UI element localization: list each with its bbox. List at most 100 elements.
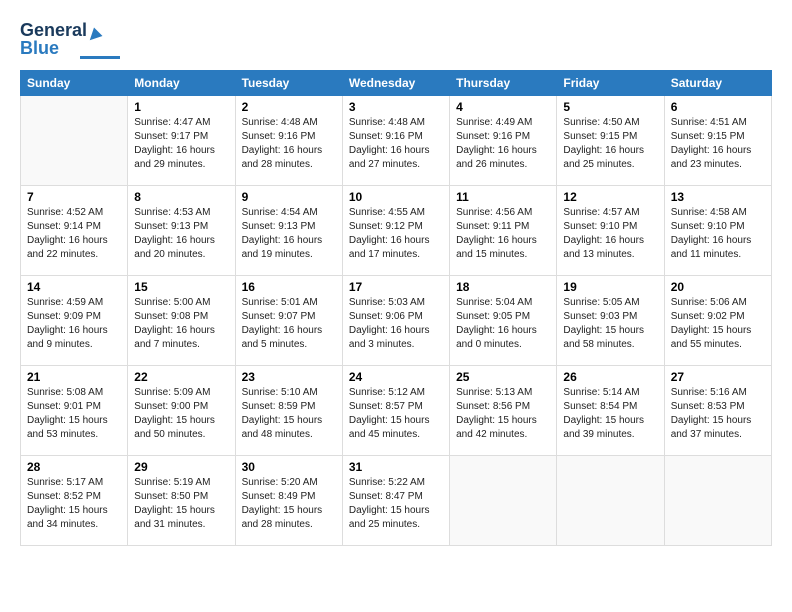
svg-text:General: General: [20, 20, 87, 40]
day-info-line: Daylight: 16 hours: [242, 144, 336, 158]
day-info-line: Sunset: 9:13 PM: [134, 220, 228, 234]
day-info-line: Daylight: 15 hours: [671, 414, 765, 428]
calendar-cell: 25Sunrise: 5:13 AMSunset: 8:56 PMDayligh…: [450, 366, 557, 456]
day-info-line: Sunrise: 4:53 AM: [134, 206, 228, 220]
day-info-line: Daylight: 15 hours: [671, 324, 765, 338]
day-info-line: Daylight: 15 hours: [27, 414, 121, 428]
calendar-cell: 10Sunrise: 4:55 AMSunset: 9:12 PMDayligh…: [342, 186, 449, 276]
day-number: 1: [134, 100, 228, 114]
day-info-line: and 19 minutes.: [242, 248, 336, 262]
calendar-header-row: SundayMondayTuesdayWednesdayThursdayFrid…: [21, 71, 772, 96]
day-number: 6: [671, 100, 765, 114]
day-info-line: Sunrise: 4:57 AM: [563, 206, 657, 220]
calendar-cell: 24Sunrise: 5:12 AMSunset: 8:57 PMDayligh…: [342, 366, 449, 456]
day-info-line: and 13 minutes.: [563, 248, 657, 262]
day-info-line: Sunset: 8:56 PM: [456, 400, 550, 414]
day-info-line: Sunset: 9:08 PM: [134, 310, 228, 324]
day-info-line: Daylight: 16 hours: [27, 324, 121, 338]
day-info-line: Sunset: 9:16 PM: [349, 130, 443, 144]
day-info-line: Daylight: 15 hours: [242, 414, 336, 428]
day-info-line: Sunset: 8:59 PM: [242, 400, 336, 414]
day-info-line: Sunset: 9:12 PM: [349, 220, 443, 234]
day-info-line: Daylight: 15 hours: [134, 414, 228, 428]
day-number: 22: [134, 370, 228, 384]
day-info-line: Sunset: 9:16 PM: [242, 130, 336, 144]
calendar-cell: [557, 456, 664, 546]
day-info-line: and 39 minutes.: [563, 428, 657, 442]
day-info-line: Sunrise: 5:13 AM: [456, 386, 550, 400]
day-number: 3: [349, 100, 443, 114]
day-info-line: Daylight: 16 hours: [134, 324, 228, 338]
day-info-line: Sunrise: 5:10 AM: [242, 386, 336, 400]
calendar-cell: 20Sunrise: 5:06 AMSunset: 9:02 PMDayligh…: [664, 276, 771, 366]
day-info-line: Sunset: 8:49 PM: [242, 490, 336, 504]
day-info-line: and 20 minutes.: [134, 248, 228, 262]
day-info-line: Sunrise: 5:01 AM: [242, 296, 336, 310]
day-info-line: and 28 minutes.: [242, 518, 336, 532]
day-info-line: Sunrise: 5:03 AM: [349, 296, 443, 310]
day-info-line: and 25 minutes.: [349, 518, 443, 532]
day-info-line: Daylight: 15 hours: [563, 324, 657, 338]
day-number: 24: [349, 370, 443, 384]
day-info-line: Daylight: 16 hours: [349, 234, 443, 248]
day-info-line: Sunrise: 5:16 AM: [671, 386, 765, 400]
calendar-cell: 21 Sunrise: 5:08 AMSunset: 9:01 PMDayligh…: [21, 366, 128, 456]
day-info-line: and 25 minutes.: [563, 158, 657, 172]
calendar-cell: 7Sunrise: 4:52 AMSunset: 9:14 PMDaylight…: [21, 186, 128, 276]
day-info-line: and 34 minutes.: [27, 518, 121, 532]
day-info-line: Sunrise: 5:04 AM: [456, 296, 550, 310]
calendar-cell: 4Sunrise: 4:49 AMSunset: 9:16 PMDaylight…: [450, 96, 557, 186]
calendar-cell: 18Sunrise: 5:04 AMSunset: 9:05 PMDayligh…: [450, 276, 557, 366]
day-info-line: and 9 minutes.: [27, 338, 121, 352]
day-info-line: Sunrise: 5:08 AM: [27, 386, 121, 400]
day-info-line: Sunrise: 4:51 AM: [671, 116, 765, 130]
day-number: 11: [456, 190, 550, 204]
calendar-cell: 5Sunrise: 4:50 AMSunset: 9:15 PMDaylight…: [557, 96, 664, 186]
day-number: 27: [671, 370, 765, 384]
day-info-line: and 53 minutes.: [27, 428, 121, 442]
day-info-line: Sunset: 9:09 PM: [27, 310, 121, 324]
calendar-cell: 26Sunrise: 5:14 AMSunset: 8:54 PMDayligh…: [557, 366, 664, 456]
day-info-line: Sunset: 8:53 PM: [671, 400, 765, 414]
day-info-line: and 58 minutes.: [563, 338, 657, 352]
day-number: 25: [456, 370, 550, 384]
day-info-line: Daylight: 16 hours: [242, 234, 336, 248]
day-info-line: Daylight: 16 hours: [134, 234, 228, 248]
calendar-cell: [450, 456, 557, 546]
day-info-line: and 15 minutes.: [456, 248, 550, 262]
day-info-line: Sunrise: 4:56 AM: [456, 206, 550, 220]
day-info-line: Sunset: 9:14 PM: [27, 220, 121, 234]
day-info-line: Sunrise: 5:00 AM: [134, 296, 228, 310]
calendar-week-row: 21Sunrise: 5:08 AMSunset: 9:01 PMDayligh…: [21, 366, 772, 456]
day-info-line: Daylight: 16 hours: [242, 324, 336, 338]
day-info-line: and 17 minutes.: [349, 248, 443, 262]
day-info-line: Sunset: 8:52 PM: [27, 490, 121, 504]
day-info-line: and 37 minutes.: [671, 428, 765, 442]
day-info-line: Daylight: 15 hours: [134, 504, 228, 518]
day-number: 12: [563, 190, 657, 204]
svg-text:Blue: Blue: [20, 38, 59, 58]
calendar-cell: 17Sunrise: 5:03 AMSunset: 9:06 PMDayligh…: [342, 276, 449, 366]
day-number: 18: [456, 280, 550, 294]
day-info-line: Sunrise: 4:54 AM: [242, 206, 336, 220]
day-number: 23: [242, 370, 336, 384]
day-number: 9: [242, 190, 336, 204]
day-number: 8: [134, 190, 228, 204]
day-info-line: Daylight: 15 hours: [349, 504, 443, 518]
day-info-line: Daylight: 16 hours: [349, 144, 443, 158]
day-info-line: Daylight: 16 hours: [563, 234, 657, 248]
weekday-header: Friday: [557, 71, 664, 96]
day-info-line: Sunset: 9:17 PM: [134, 130, 228, 144]
calendar-cell: 1Sunrise: 4:47 AMSunset: 9:17 PMDaylight…: [128, 96, 235, 186]
calendar-cell: 19Sunrise: 5:05 AMSunset: 9:03 PMDayligh…: [557, 276, 664, 366]
day-info-line: and 27 minutes.: [349, 158, 443, 172]
day-info-line: Daylight: 16 hours: [671, 234, 765, 248]
day-info-line: Sunrise: 5:14 AM: [563, 386, 657, 400]
day-info-line: and 28 minutes.: [242, 158, 336, 172]
calendar-table: SundayMondayTuesdayWednesdayThursdayFrid…: [20, 70, 772, 546]
weekday-header: Monday: [128, 71, 235, 96]
day-number: 21: [27, 370, 121, 384]
day-info-line: Sunset: 9:01 PM: [27, 400, 121, 414]
day-number: 31: [349, 460, 443, 474]
calendar-week-row: 1Sunrise: 4:47 AMSunset: 9:17 PMDaylight…: [21, 96, 772, 186]
